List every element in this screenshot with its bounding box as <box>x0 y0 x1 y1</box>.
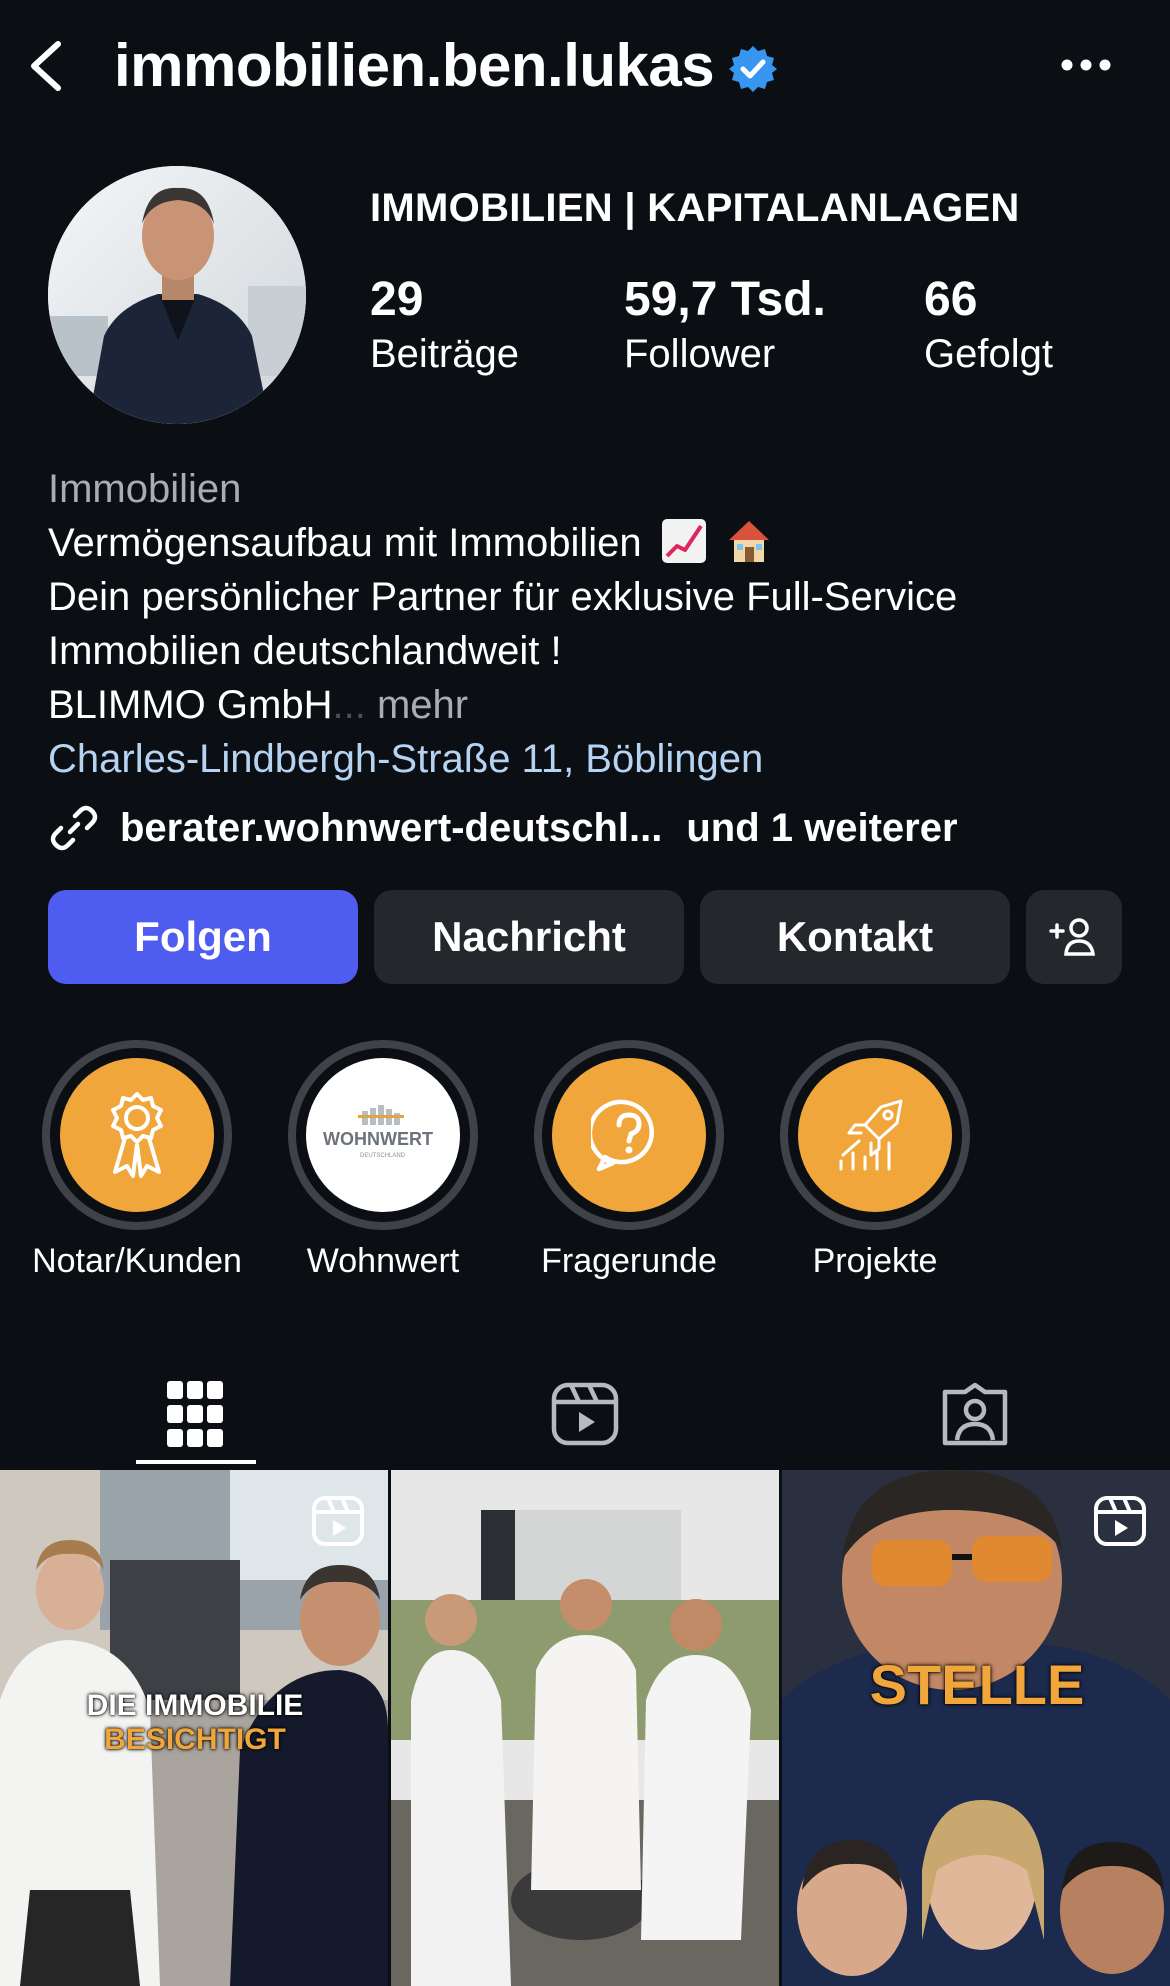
bio-line-2: Dein persönlicher Partner für exklusive … <box>48 575 958 619</box>
bio-category: Immobilien <box>48 467 242 511</box>
highlight-label-fragerunde: Fragerunde <box>541 1242 717 1280</box>
chart-increasing-emoji-icon <box>661 519 706 563</box>
highlight-label-notar-kunden: Notar/Kunden <box>32 1242 242 1280</box>
bio-line-1: Vermögensaufbau mit Immobilien <box>48 516 1128 570</box>
stat-followers-value: 59,7 Tsd. <box>624 273 826 326</box>
house-emoji-icon <box>728 521 769 562</box>
bio-website-link[interactable]: berater.wohnwert-deutschl... und 1 weite… <box>48 798 958 858</box>
wohnwert-logo: WOHNWERT DEUTSCHLAND <box>306 1058 460 1212</box>
stat-posts-value: 29 <box>370 273 424 326</box>
tagged-icon <box>942 1382 1008 1446</box>
follow-button[interactable]: Folgen <box>48 890 358 984</box>
highlight-wohnwert[interactable]: WOHNWERT DEUTSCHLAND <box>288 1040 478 1230</box>
profile-bio: Immobilien Vermögensaufbau mit Immobilie… <box>48 462 1128 786</box>
post-3-reel-icon <box>1094 1496 1146 1546</box>
link-icon <box>50 805 98 851</box>
add-user-button[interactable] <box>1026 890 1122 984</box>
add-person-icon <box>1049 918 1096 956</box>
highlight-fragerunde[interactable] <box>534 1040 724 1230</box>
wohnwert-logo-text-sub: DEUTSCHLAND <box>360 1153 406 1159</box>
highlight-label-projekte: Projekte <box>812 1242 938 1280</box>
post-tile-1[interactable]: DIE IMMOBILIE BESICHTIGT <box>0 1470 388 1986</box>
bio-line-4: BLIMMO GmbH... mehr <box>48 678 1128 732</box>
post-tile-3[interactable]: STELLE <box>782 1470 1170 1986</box>
stat-following[interactable]: 66 Gefolgt <box>924 272 1053 380</box>
wohnwert-logo-text-main: WOHNWERT <box>323 1129 433 1149</box>
profile-category-title: IMMOBILIEN | KAPITALANLAGEN <box>370 186 1020 230</box>
active-tab-indicator <box>136 1460 256 1464</box>
bio-website-url[interactable]: berater.wohnwert-deutschl... <box>120 806 662 851</box>
highlight-projekte[interactable] <box>780 1040 970 1230</box>
bio-website-extra[interactable]: und 1 weiterer <box>686 806 957 851</box>
post-1-overlay-line-1: DIE IMMOBILIE <box>86 1689 304 1722</box>
grid-divider <box>388 1470 391 1986</box>
contact-button[interactable]: Kontakt <box>700 890 1010 984</box>
highlight-label-wohnwert: Wohnwert <box>306 1242 460 1280</box>
verified-badge-icon <box>729 46 777 92</box>
more-options-icon[interactable] <box>1060 58 1112 72</box>
tab-grid[interactable] <box>0 1360 390 1468</box>
bio-ellipsis: ... <box>332 683 366 727</box>
bio-address-link[interactable]: Charles-Lindbergh-Straße 11, Böblingen <box>48 732 1128 786</box>
grid-divider <box>779 1470 782 1986</box>
post-image-3 <box>782 1470 1170 1986</box>
stat-followers[interactable]: 59,7 Tsd. Follower <box>624 272 826 380</box>
profile-avatar[interactable] <box>48 166 306 424</box>
post-3-overlay-line-1: STELLE <box>869 1653 1085 1716</box>
stat-following-label: Gefolgt <box>924 332 1053 376</box>
tab-reels[interactable] <box>390 1360 780 1468</box>
post-tile-2[interactable] <box>391 1470 779 1986</box>
message-button[interactable]: Nachricht <box>374 890 684 984</box>
stat-posts[interactable]: 29 Beiträge <box>370 272 519 380</box>
tab-tagged[interactable] <box>780 1360 1170 1468</box>
post-1-reel-icon <box>312 1496 364 1546</box>
post-image-2 <box>391 1470 779 1986</box>
back-arrow-icon[interactable] <box>22 38 70 94</box>
post-1-overlay-line-2: BESICHTIGT <box>104 1723 286 1756</box>
profile-username: immobilien.ben.lukas <box>114 32 715 99</box>
stat-followers-label: Follower <box>624 332 776 376</box>
award-ribbon-icon <box>111 1092 163 1178</box>
bio-line-1-text: Vermögensaufbau mit Immobilien <box>48 521 642 565</box>
stat-posts-label: Beiträge <box>370 332 519 376</box>
bio-line-3: Immobilien deutschlandweit ! <box>48 629 562 673</box>
bio-more-link[interactable]: mehr <box>377 683 468 727</box>
question-bubble-icon <box>591 1099 654 1172</box>
grid-icon <box>167 1381 223 1447</box>
bio-line-4-text: BLIMMO GmbH <box>48 683 333 727</box>
stat-following-value: 66 <box>924 273 978 326</box>
reels-icon <box>551 1382 619 1446</box>
highlight-notar-kunden[interactable] <box>42 1040 232 1230</box>
rocket-chart-icon <box>839 1099 903 1171</box>
